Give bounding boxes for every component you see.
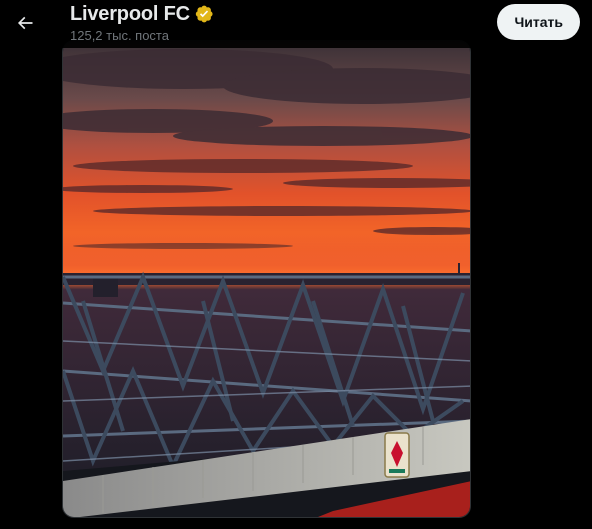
club-crest-icon <box>384 432 410 478</box>
verified-badge-icon <box>195 5 213 23</box>
back-button[interactable] <box>8 6 42 40</box>
post-count: 125,2 тыс. поста <box>70 28 169 43</box>
stadium-sunset-image <box>63 41 470 517</box>
profile-title-block: Liverpool FC 125,2 тыс. поста <box>70 2 214 44</box>
banner-photo[interactable] <box>62 40 471 518</box>
read-button[interactable]: Читать <box>497 4 580 40</box>
profile-header: Liverpool FC 125,2 тыс. поста Читать <box>0 0 592 48</box>
page-title: Liverpool FC <box>70 3 190 25</box>
arrow-left-icon <box>17 16 33 30</box>
